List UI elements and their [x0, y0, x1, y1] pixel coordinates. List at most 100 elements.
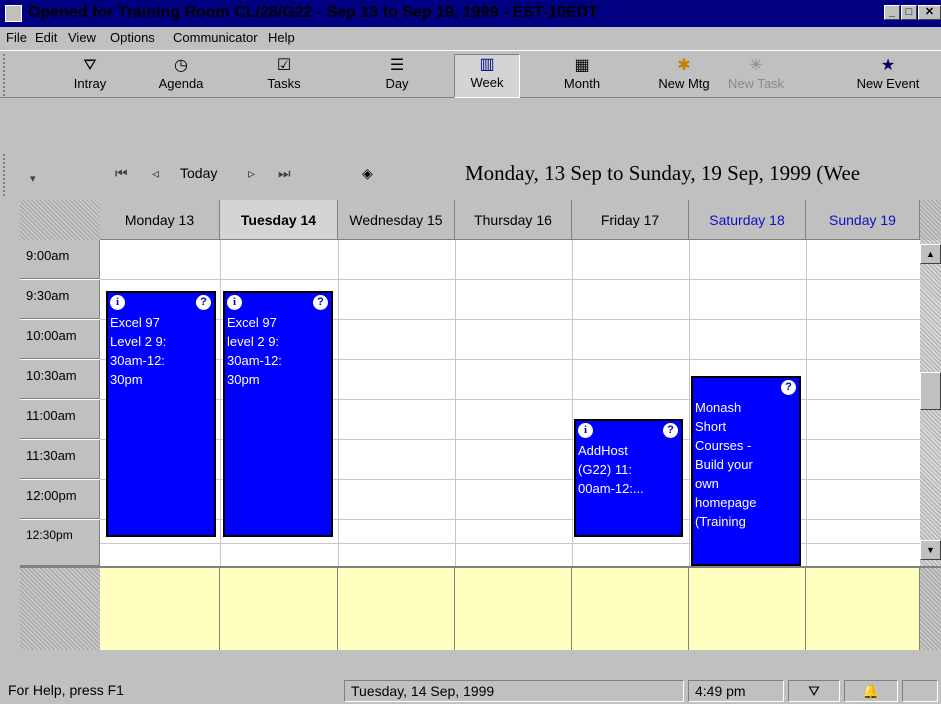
intray-status-icon[interactable]: ⛛ [788, 680, 840, 702]
next-next-icon[interactable]: ⏭ [278, 165, 291, 182]
goto-date-icon[interactable]: ◈ [362, 165, 373, 182]
appointment-saturday[interactable]: ? Monash Short Courses - Build your own … [691, 376, 801, 566]
info-icon[interactable]: i [227, 295, 242, 310]
day-header-thursday[interactable]: Thursday 16 [455, 200, 572, 240]
header-right-corner [920, 200, 941, 240]
help-icon[interactable]: ? [663, 423, 678, 438]
scroll-up-icon[interactable]: ▲ [920, 244, 941, 264]
date-range-label: Monday, 13 Sep to Sunday, 19 Sep, 1999 (… [465, 161, 861, 185]
toolbar-agenda-button[interactable]: ◷ Agenda [150, 56, 212, 96]
event-cell[interactable] [572, 568, 689, 650]
toolbar-day-button[interactable]: ☰ Day [375, 56, 419, 96]
time-label: 9:30am [20, 280, 100, 319]
menu-options[interactable]: Options [110, 30, 155, 45]
status-date: Tuesday, 14 Sep, 1999 [344, 680, 684, 702]
toolbar-new-meeting-button[interactable]: ✱ New Mtg [650, 56, 718, 96]
menu-communicator[interactable]: Communicator [173, 30, 258, 45]
toolbar-label: New Event [856, 76, 920, 91]
help-icon[interactable]: ? [196, 295, 211, 310]
month-icon: ▦ [574, 57, 590, 74]
new-event-icon: ★ [880, 57, 896, 74]
toolbar-label: Day [385, 76, 409, 91]
maximize-button[interactable]: □ [901, 5, 917, 20]
toolbar-month-button[interactable]: ▦ Month [555, 56, 609, 96]
info-icon[interactable]: i [578, 423, 593, 438]
time-label: 11:30am [20, 440, 100, 479]
day-header-saturday[interactable]: Saturday 18 [689, 200, 806, 240]
new-meeting-icon: ✱ [677, 57, 691, 74]
grid-line [100, 279, 920, 280]
status-extra-panel [902, 680, 938, 702]
minimize-button[interactable]: _ [884, 5, 900, 20]
event-cell[interactable] [100, 568, 220, 650]
agenda-icon: ◷ [174, 57, 188, 74]
appointment-monday[interactable]: i ? Excel 97 Level 2 9: 30am-12: 30pm [106, 291, 216, 537]
toolbar-label: Tasks [267, 76, 301, 91]
appointment-text: Monash Short Courses - Build your own ho… [695, 400, 757, 529]
grid-line [572, 240, 573, 566]
scroll-down-icon[interactable]: ▼ [920, 540, 941, 560]
appointment-friday[interactable]: i ? AddHost (G22) 11: 00am-12:... [574, 419, 683, 537]
day-header-wednesday[interactable]: Wednesday 15 [338, 200, 455, 240]
day-header-friday[interactable]: Friday 17 [572, 200, 689, 240]
event-cell[interactable] [220, 568, 338, 650]
status-help-text: For Help, press F1 [8, 682, 124, 698]
appointment-text: Excel 97 level 2 9: 30am-12: 30pm [227, 315, 282, 387]
appointment-tuesday[interactable]: i ? Excel 97 level 2 9: 30am-12: 30pm [223, 291, 333, 537]
time-label: 10:00am [20, 320, 100, 359]
help-icon[interactable]: ? [781, 380, 796, 395]
grid-line [689, 240, 690, 566]
day-header-sunday[interactable]: Sunday 19 [806, 200, 920, 240]
new-task-icon: ✳ [749, 57, 763, 74]
toolbar-label: Intray [73, 76, 107, 91]
toolbar-label: New Mtg [658, 76, 710, 91]
menu-help[interactable]: Help [268, 30, 295, 45]
nav-dropdown-icon[interactable]: ▾ [30, 172, 36, 185]
grid-line [338, 240, 339, 566]
toolbar-new-event-button[interactable]: ★ New Event [840, 56, 936, 96]
time-label: 12:00pm [20, 480, 100, 519]
event-cell[interactable] [455, 568, 572, 650]
toolbar-grip[interactable] [3, 54, 9, 96]
menu-file[interactable]: File [6, 30, 27, 45]
grid-corner [20, 200, 100, 240]
window-title: Opened for Training Room CL/28/G22 - Sep… [28, 4, 598, 21]
toolbar-new-task-button[interactable]: ✳ New Task [722, 56, 790, 96]
scroll-thumb[interactable] [920, 372, 941, 410]
help-icon[interactable]: ? [313, 295, 328, 310]
day-icon: ☰ [389, 57, 405, 74]
time-label: 9:00am [20, 240, 100, 279]
grid-line [455, 240, 456, 566]
toolbar-tasks-button[interactable]: ☑ Tasks [255, 56, 313, 96]
tray-icon: ⛛ [83, 57, 97, 74]
day-header-tuesday[interactable]: Tuesday 14 [220, 200, 338, 240]
menu-edit[interactable]: Edit [35, 30, 57, 45]
time-label: 12:30pm [20, 520, 100, 566]
today-button[interactable]: Today [180, 165, 217, 181]
alarm-bell-icon[interactable]: 🔔 [844, 680, 898, 702]
grid-line [806, 240, 807, 566]
time-label: 11:00am [20, 400, 100, 439]
tasks-icon: ☑ [276, 57, 292, 74]
event-strip-corner [20, 568, 100, 650]
next-icon[interactable]: ▹ [248, 165, 255, 182]
nav-grip[interactable] [3, 154, 9, 196]
event-cell[interactable] [338, 568, 455, 650]
toolbar-week-button[interactable]: ▥ Week [454, 54, 520, 98]
toolbar-label: New Task [727, 76, 785, 91]
info-icon[interactable]: i [110, 295, 125, 310]
menu-view[interactable]: View [68, 30, 96, 45]
event-cell[interactable] [689, 568, 806, 650]
toolbar-intray-button[interactable]: ⛛ Intray [62, 56, 118, 96]
event-cell[interactable] [806, 568, 920, 650]
grid-line [220, 240, 221, 566]
app-icon[interactable] [5, 5, 22, 22]
status-time: 4:49 pm [688, 680, 784, 702]
event-strip-right [920, 568, 941, 650]
day-header-monday[interactable]: Monday 13 [100, 200, 220, 240]
toolbar-label: Month [563, 76, 601, 91]
prev-prev-icon[interactable]: ⏮ [115, 165, 128, 182]
week-icon: ▥ [479, 56, 495, 73]
close-button[interactable]: ✕ [918, 5, 941, 20]
prev-icon[interactable]: ◃ [152, 165, 159, 182]
